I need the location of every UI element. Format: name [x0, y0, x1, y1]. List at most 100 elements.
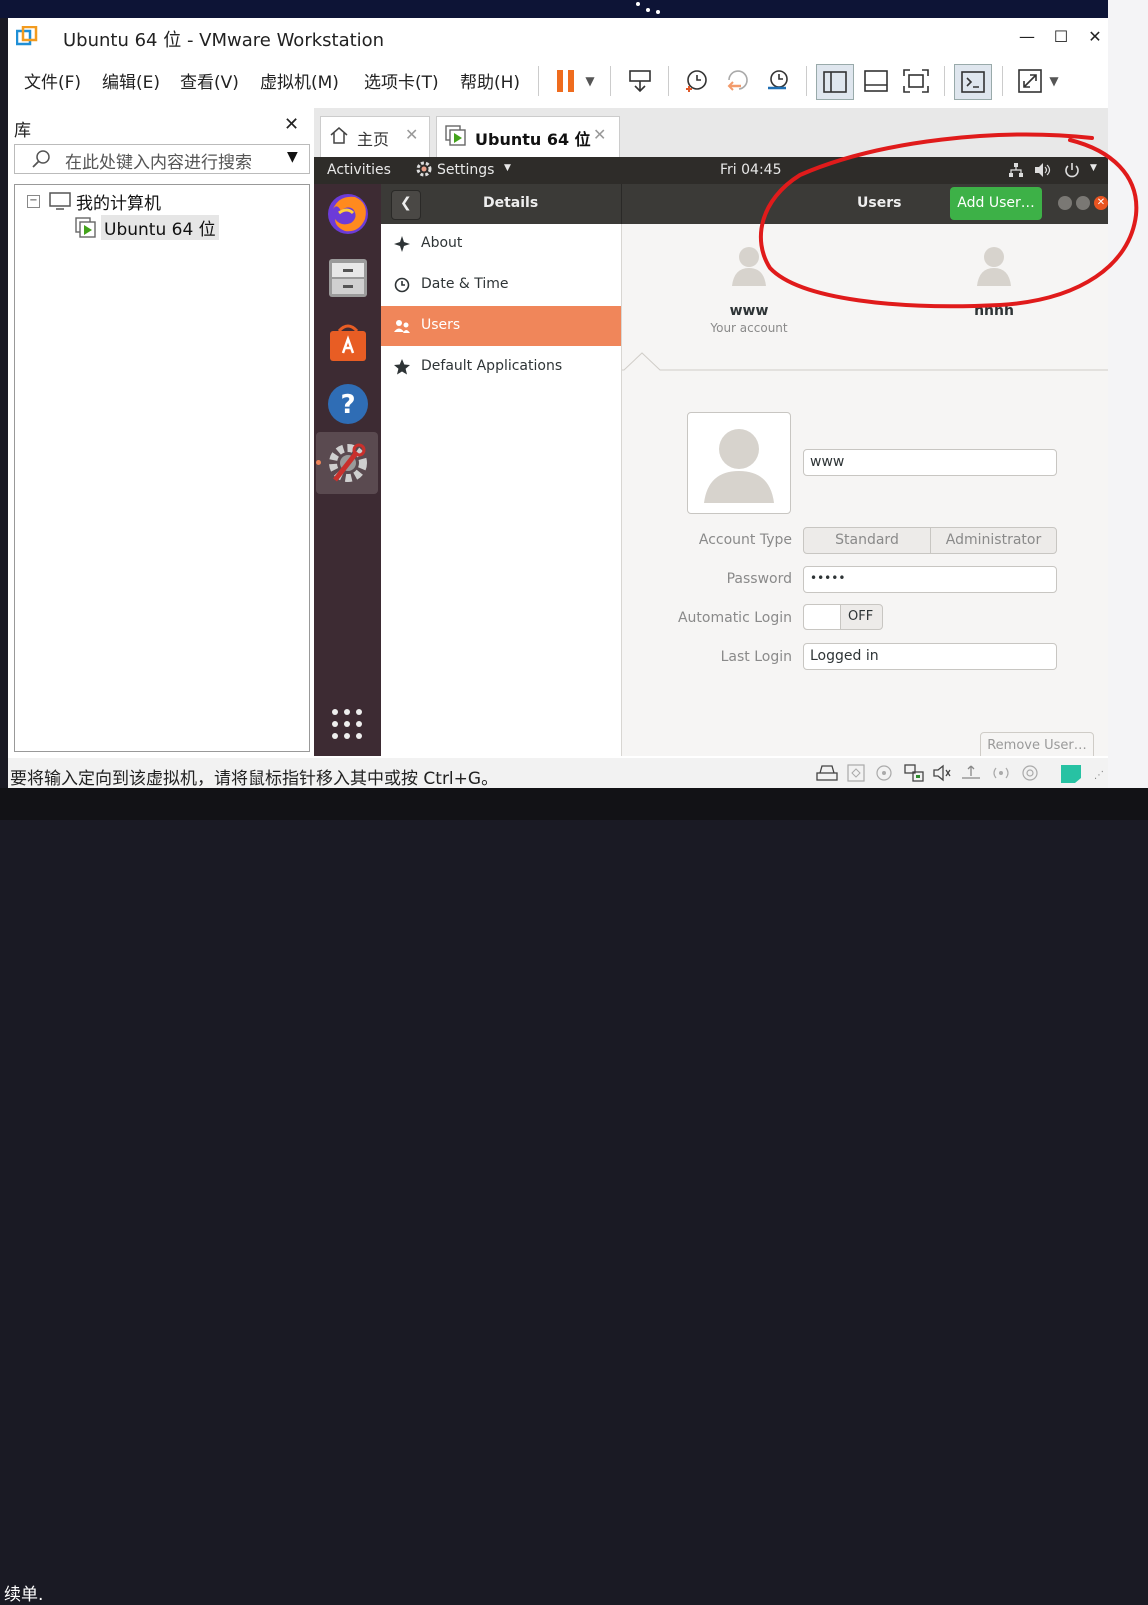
- chevron-down-icon[interactable]: ▼: [1090, 163, 1097, 173]
- console-view-icon[interactable]: [858, 64, 894, 98]
- software-center-icon[interactable]: [325, 319, 371, 365]
- last-login-field[interactable]: Logged in: [803, 643, 1057, 670]
- add-user-button[interactable]: Add User…: [950, 187, 1042, 220]
- close-button[interactable]: ✕: [1082, 24, 1108, 50]
- desktop-background-top: [0, 0, 1148, 18]
- fullscreen-icon[interactable]: [898, 64, 934, 98]
- password-label: Password: [726, 571, 792, 587]
- firefox-icon[interactable]: [325, 191, 371, 237]
- usb-icon[interactable]: [960, 764, 980, 782]
- sidebar-item-users[interactable]: Users: [381, 306, 621, 346]
- terminal-icon[interactable]: [954, 64, 992, 100]
- messages-icon[interactable]: [1060, 764, 1081, 783]
- vm-running-icon: [75, 217, 97, 243]
- settings-sidebar: About Date & Time Users Default Applicat…: [381, 224, 622, 756]
- snapshot-revert-icon[interactable]: [720, 64, 756, 98]
- search-dropdown-icon[interactable]: ▼: [287, 149, 298, 165]
- sidebar-item-default-applications[interactable]: Default Applications: [381, 347, 621, 387]
- search-placeholder: 在此处键入内容进行搜索: [65, 153, 252, 173]
- menu-tabs[interactable]: 选项卡(T): [364, 68, 439, 93]
- switch-state: OFF: [848, 609, 874, 624]
- activities-button[interactable]: Activities: [327, 162, 391, 178]
- clock[interactable]: Fri 04:45: [720, 162, 781, 178]
- menu-vm[interactable]: 虚拟机(M): [260, 68, 339, 93]
- stretch-icon[interactable]: [1012, 64, 1048, 98]
- resize-grip-icon[interactable]: ⋰: [1094, 770, 1104, 781]
- back-button[interactable]: ❮: [391, 190, 421, 220]
- sidebar-item-label: About: [421, 235, 463, 251]
- tree-root-label[interactable]: 我的计算机: [76, 189, 161, 214]
- sidebar-item-label: Default Applications: [421, 358, 563, 374]
- ubuntu-dock: ?: [314, 184, 381, 756]
- tab-ubuntu[interactable]: Ubuntu 64 位 ✕: [436, 116, 620, 159]
- snapshot-manager-icon[interactable]: [760, 64, 796, 98]
- automatic-login-switch[interactable]: OFF: [803, 604, 883, 630]
- toolbar-separator: [1002, 66, 1003, 96]
- tab-close-icon[interactable]: ✕: [593, 125, 606, 144]
- chevron-down-icon[interactable]: ▼: [580, 64, 600, 98]
- tab-close-icon[interactable]: ✕: [405, 125, 418, 144]
- guest-display[interactable]: Activities Settings ▼ Fri 04:45 ▼ ? ❮ De…: [314, 157, 1108, 756]
- automatic-login-label: Automatic Login: [677, 610, 792, 626]
- library-close-icon[interactable]: ✕: [284, 114, 299, 135]
- minimize-button[interactable]: —: [1014, 24, 1040, 50]
- files-icon[interactable]: [325, 255, 371, 301]
- sound-card-icon[interactable]: [932, 764, 952, 782]
- tree-collapse-icon[interactable]: −: [27, 195, 40, 208]
- bluetooth-icon[interactable]: [990, 764, 1010, 782]
- cd-drive-icon[interactable]: [846, 764, 866, 782]
- username-value: www: [810, 454, 845, 470]
- switch-knob: [804, 605, 841, 629]
- chevron-down-icon[interactable]: ▼: [1044, 64, 1064, 98]
- library-panel: 库 ✕ 在此处键入内容进行搜索 ▼ − 我的计算机 Ubuntu 64 位: [8, 108, 314, 758]
- tab-home[interactable]: 主页 ✕: [320, 116, 430, 157]
- users-icon: [393, 317, 411, 335]
- menu-edit[interactable]: 编辑(E): [102, 68, 160, 93]
- clock-icon: [393, 276, 411, 294]
- network-icon[interactable]: [1008, 162, 1024, 182]
- settings-icon[interactable]: [325, 440, 371, 486]
- username-field[interactable]: www: [803, 449, 1057, 476]
- tree-vm-item[interactable]: Ubuntu 64 位: [101, 215, 219, 240]
- floppy-icon[interactable]: [874, 764, 894, 782]
- app-grid-icon[interactable]: [330, 707, 364, 745]
- hard-disk-icon[interactable]: [816, 764, 838, 782]
- account-name[interactable]: www: [702, 303, 796, 319]
- pause-icon[interactable]: [548, 64, 584, 98]
- library-view-icon[interactable]: [816, 64, 854, 100]
- maximize-button[interactable]: ☐: [1048, 24, 1074, 50]
- network-adapter-icon[interactable]: [904, 764, 924, 782]
- account-type-administrator[interactable]: Administrator: [931, 528, 1056, 553]
- account-type-standard[interactable]: Standard: [804, 528, 931, 553]
- toolbar-separator: [806, 66, 807, 96]
- sidebar-item-date-time[interactable]: Date & Time: [381, 265, 621, 305]
- vmware-logo-icon: [15, 25, 38, 48]
- sidebar-item-label: Users: [421, 317, 461, 333]
- help-icon[interactable]: ?: [325, 381, 371, 427]
- power-icon[interactable]: [1064, 162, 1080, 182]
- library-tree: − 我的计算机 Ubuntu 64 位: [14, 184, 310, 752]
- chevron-down-icon[interactable]: ▼: [504, 163, 511, 173]
- menu-help[interactable]: 帮助(H): [460, 68, 520, 93]
- account-name[interactable]: hhhh: [947, 303, 1041, 319]
- window-minimize-icon[interactable]: [1058, 196, 1072, 210]
- window-close-icon[interactable]: ✕: [1094, 196, 1108, 210]
- volume-icon[interactable]: [1034, 162, 1052, 182]
- window-maximize-icon[interactable]: [1076, 196, 1090, 210]
- sidebar-item-about[interactable]: About: [381, 224, 621, 264]
- user-avatar-icon: [975, 244, 1013, 290]
- menu-file[interactable]: 文件(F): [24, 68, 81, 93]
- printer-icon[interactable]: [1020, 764, 1040, 782]
- library-search-input[interactable]: 在此处键入内容进行搜索 ▼: [14, 144, 310, 174]
- menu-view[interactable]: 查看(V): [180, 68, 239, 93]
- snapshot-take-icon[interactable]: [678, 64, 714, 98]
- settings-app-menu[interactable]: Settings: [437, 162, 494, 178]
- password-field[interactable]: •••••: [803, 566, 1057, 593]
- home-icon: [329, 125, 349, 149]
- vm-tab-strip: 主页 ✕ Ubuntu 64 位 ✕: [314, 108, 1108, 159]
- account-subtitle: Your account: [710, 321, 788, 335]
- user-photo-button[interactable]: [687, 412, 791, 514]
- remove-user-button[interactable]: Remove User…: [980, 732, 1094, 756]
- toolbar-separator: [610, 66, 611, 96]
- send-ctrl-alt-del-icon[interactable]: [622, 64, 658, 98]
